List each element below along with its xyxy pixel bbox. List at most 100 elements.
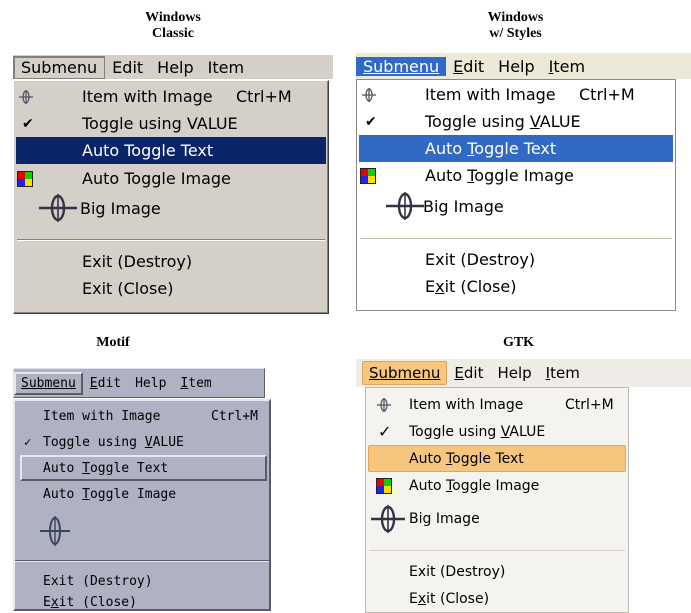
menu-item-label: Auto Toggle Text: [409, 450, 524, 467]
menu-help[interactable]: Help: [490, 364, 538, 382]
menu-item-with-image[interactable]: Item with Image Ctrl+M: [366, 391, 628, 418]
menu-item-big-image[interactable]: Big Image: [366, 502, 628, 536]
menu-item-label: Toggle using VALUE: [409, 423, 546, 440]
menu-item-label: Toggle using VALUE: [425, 112, 581, 131]
menu-item-with-image[interactable]: Item with Image Ctrl+M: [14, 83, 328, 110]
big-crosshair-icon: [385, 191, 425, 221]
menu-item-exit-close[interactable]: Exit (Close): [366, 585, 628, 612]
submenu-dropdown: Item with Image Ctrl+M ✓ Toggle using VA…: [365, 387, 629, 613]
menu-item-with-image[interactable]: Item with Image Ctrl+M: [15, 403, 269, 429]
menu-item-auto-toggle-image[interactable]: Auto Toggle Image: [357, 162, 675, 189]
menu-edit[interactable]: Edit: [446, 57, 491, 76]
menu-edit[interactable]: Edit: [447, 364, 490, 382]
menu-item-big-image[interactable]: Big Image: [357, 189, 675, 223]
title-line: Windows: [145, 10, 201, 25]
menu-item-label: Big Image: [80, 198, 161, 218]
menu-item-with-image[interactable]: Item with Image Ctrl+M: [357, 81, 675, 108]
menu-item-exit-close[interactable]: Exit (Close): [15, 593, 269, 611]
menu-edit[interactable]: Edit: [105, 58, 150, 77]
title-line: Windows: [487, 10, 544, 25]
menu-item-auto-toggle-text[interactable]: Auto Toggle Text: [359, 135, 673, 162]
menu-item-label: Auto Toggle Image: [409, 477, 540, 494]
menu-bar: Submenu Edit Help Item: [13, 55, 333, 79]
menu-help[interactable]: Help: [491, 57, 541, 76]
menu-item[interactable]: Item: [539, 364, 587, 382]
submenu-dropdown: Item with Image Ctrl+M ✔ Toggle using VA…: [356, 79, 676, 311]
motif-panel: Motif Submenu Edit Help Item Item with I…: [13, 335, 333, 613]
crosshair-icon: [361, 87, 377, 103]
color-squares-icon: [360, 167, 376, 184]
checkmark-icon: ✔: [22, 115, 34, 132]
menu-submenu[interactable]: Submenu: [362, 361, 448, 385]
panel-title: GTK: [502, 335, 535, 350]
menu-item-big-image[interactable]: Big Image: [14, 191, 328, 225]
menu-item-label: Auto Toggle Image: [82, 169, 231, 188]
menu-bar: Submenu Edit Help Item: [356, 359, 691, 387]
big-crosshair-icon: [370, 504, 406, 534]
menu-item-label: Auto Toggle Image: [43, 486, 177, 502]
menu-item-label: Exit (Close): [425, 277, 517, 296]
menu-item-exit-destroy[interactable]: Exit (Destroy): [15, 568, 269, 594]
menu-item-label: Item with Image: [82, 87, 213, 106]
menu-separator: [360, 238, 672, 239]
menu-item-accelerator: Ctrl+M: [211, 408, 258, 424]
menu-help[interactable]: Help: [150, 58, 200, 77]
menu-item-toggle-value[interactable]: ✓ Toggle using VALUE: [15, 429, 269, 455]
menu-item-big-image[interactable]: [15, 511, 269, 551]
menu-item-auto-toggle-text[interactable]: Auto Toggle Text: [368, 445, 626, 472]
menu-item-label: Exit (Destroy): [409, 563, 506, 580]
menu-item-toggle-value[interactable]: ✓ Toggle using VALUE: [366, 418, 628, 445]
menu-item-exit-destroy[interactable]: Exit (Destroy): [366, 558, 628, 585]
checkmark-icon: ✓: [24, 435, 32, 449]
menu-item-auto-toggle-text[interactable]: Auto Toggle Text: [20, 455, 267, 481]
panel-title: Motif: [96, 335, 130, 350]
checkmark-icon: ✔: [365, 113, 377, 130]
menu-item-label: Exit (Destroy): [425, 250, 536, 269]
menu-item-toggle-value[interactable]: ✔ Toggle using VALUE: [14, 110, 328, 137]
menu-item-label: Toggle using VALUE: [43, 434, 184, 450]
color-squares-icon: [17, 170, 33, 187]
menu-submenu[interactable]: Submenu: [13, 55, 106, 79]
menu-separator: [17, 239, 325, 241]
menu-item-auto-toggle-image[interactable]: Auto Toggle Image: [14, 165, 328, 192]
menu-item[interactable]: Item: [173, 376, 218, 391]
menu-item-auto-toggle-image[interactable]: Auto Toggle Image: [366, 472, 628, 499]
menu-bar: Submenu Edit Help Item: [356, 53, 691, 79]
menu-item-toggle-value[interactable]: ✔ Toggle using VALUE: [357, 108, 675, 135]
menu-separator: [15, 560, 269, 562]
menu-item-label: Item with Image: [409, 396, 524, 413]
gtk-panel: GTK Submenu Edit Help Item Item with Ima…: [356, 335, 691, 613]
menu-item-label: Item with Image: [425, 85, 556, 104]
menu-item-exit-destroy[interactable]: Exit (Destroy): [14, 248, 328, 275]
menu-item-label: Auto Toggle Image: [425, 166, 574, 185]
menu-item-label: Auto Toggle Text: [82, 141, 214, 160]
windows-styles-panel: Windows w/ Styles Submenu Edit Help Item…: [356, 10, 691, 311]
menu-item[interactable]: Item: [542, 57, 592, 76]
menu-item[interactable]: Item: [201, 58, 251, 77]
menu-edit[interactable]: Edit: [83, 376, 128, 391]
menu-item-exit-close[interactable]: Exit (Close): [357, 273, 675, 300]
big-crosshair-icon: [38, 193, 78, 223]
menu-item-accelerator: Ctrl+M: [579, 85, 635, 104]
menu-item-exit-destroy[interactable]: Exit (Destroy): [357, 246, 675, 273]
crosshair-icon: [18, 89, 34, 105]
menu-item-accelerator: Ctrl+M: [565, 396, 614, 413]
menu-item-label: Auto Toggle Text: [425, 139, 557, 158]
menu-submenu[interactable]: Submenu: [14, 371, 83, 395]
menu-item-label: Exit (Close): [82, 279, 174, 298]
menu-separator: [369, 550, 625, 551]
menu-item-exit-close[interactable]: Exit (Close): [14, 275, 328, 302]
big-crosshair-icon: [39, 515, 71, 547]
crosshair-icon: [376, 397, 392, 413]
menu-item-auto-toggle-text[interactable]: Auto Toggle Text: [16, 137, 326, 164]
menu-help[interactable]: Help: [128, 376, 173, 391]
menu-submenu[interactable]: Submenu: [356, 56, 447, 76]
menu-item-label: Exit (Close): [43, 594, 137, 610]
menu-item-auto-toggle-image[interactable]: Auto Toggle Image: [15, 481, 269, 507]
color-squares-icon: [376, 477, 392, 494]
submenu-dropdown: Item with Image Ctrl+M ✓ Toggle using VA…: [13, 399, 271, 611]
menu-item-label: Auto Toggle Text: [43, 460, 169, 476]
submenu-dropdown: Item with Image Ctrl+M ✔ Toggle using VA…: [13, 80, 329, 314]
panel-title: Windows w/ Styles: [340, 10, 691, 42]
panel-title: Windows Classic: [13, 10, 333, 42]
